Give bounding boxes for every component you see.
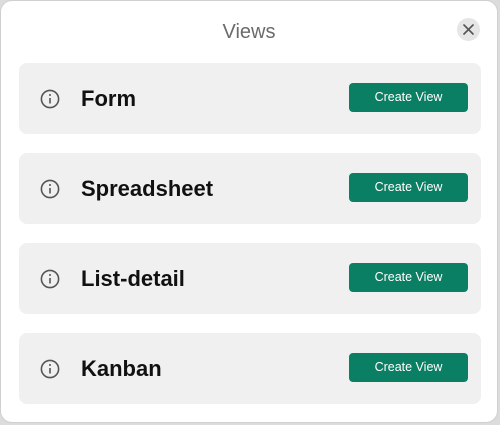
close-icon [463,24,474,35]
view-card-kanban: Kanban Create View [19,333,481,404]
info-icon[interactable] [40,359,60,379]
create-view-button[interactable]: Create View [349,83,468,112]
create-view-button[interactable]: Create View [349,353,468,382]
create-view-button[interactable]: Create View [349,173,468,202]
info-icon[interactable] [40,179,60,199]
dialog-title: Views [222,21,276,43]
views-dialog: Views Form Create View Spreadsheet Creat… [0,0,498,423]
create-view-button[interactable]: Create View [349,263,468,292]
close-button[interactable] [457,18,480,41]
view-name: Spreadsheet [81,176,214,201]
view-card-spreadsheet: Spreadsheet Create View [19,153,481,224]
view-name: Form [81,86,136,111]
view-name: Kanban [81,356,162,381]
info-icon[interactable] [40,269,60,289]
info-icon[interactable] [40,89,60,109]
view-card-form: Form Create View [19,63,481,134]
view-card-list-detail: List-detail Create View [19,243,481,314]
view-name: List-detail [81,266,185,291]
